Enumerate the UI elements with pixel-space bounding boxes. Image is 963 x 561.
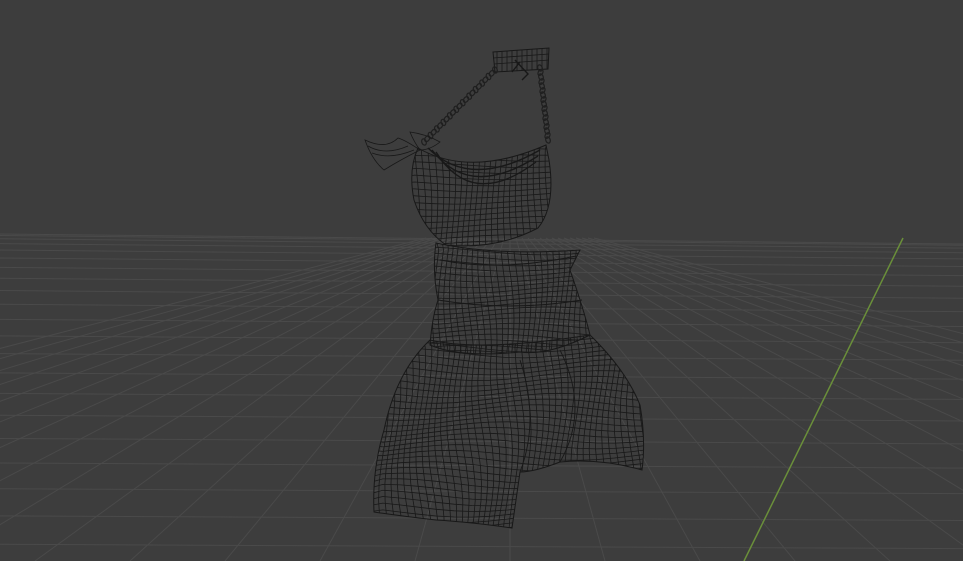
- grid-line: [0, 237, 439, 371]
- 3d-viewport[interactable]: [0, 0, 963, 561]
- grid-line: [0, 237, 469, 482]
- grid-line: [0, 353, 963, 361]
- grid-line: [533, 237, 891, 561]
- grid-line: [0, 237, 427, 349]
- viewport-canvas[interactable]: [0, 0, 963, 561]
- grid-line: [0, 237, 451, 402]
- bodice[interactable]: [402, 137, 563, 251]
- grid-line: [0, 237, 457, 423]
- y-axis-line: [743, 237, 904, 561]
- chain-strap[interactable]: [421, 64, 551, 146]
- grid-line: [0, 290, 963, 299]
- floor-grid: [0, 233, 963, 561]
- grid-line: [0, 237, 433, 360]
- grid-line: [0, 392, 963, 400]
